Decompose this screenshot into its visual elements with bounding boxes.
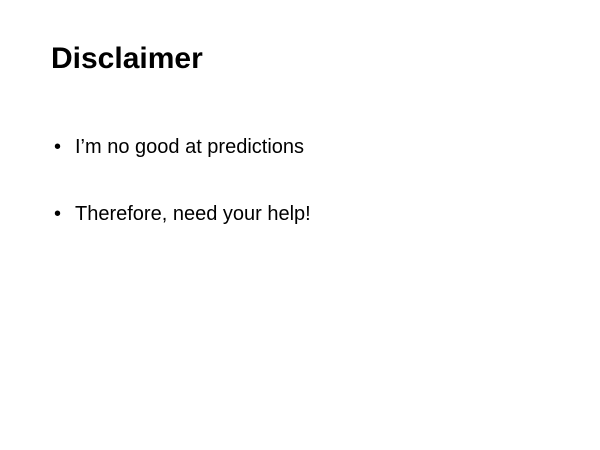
bullet-text: I’m no good at predictions [75, 136, 305, 158]
slide-title: Disclaimer [51, 42, 203, 75]
bullet-item: • I’m no good at predictions [51, 131, 311, 163]
bullet-item: • Therefore, need your help! [51, 198, 311, 230]
bullet-dot-icon: • [54, 203, 62, 225]
slide: Disclaimer • I’m no good at predictions … [0, 0, 600, 450]
bullet-text: Therefore, need your help! [75, 203, 311, 225]
bullet-list: • I’m no good at predictions • Therefore… [51, 131, 311, 265]
bullet-dot-icon: • [54, 136, 62, 158]
